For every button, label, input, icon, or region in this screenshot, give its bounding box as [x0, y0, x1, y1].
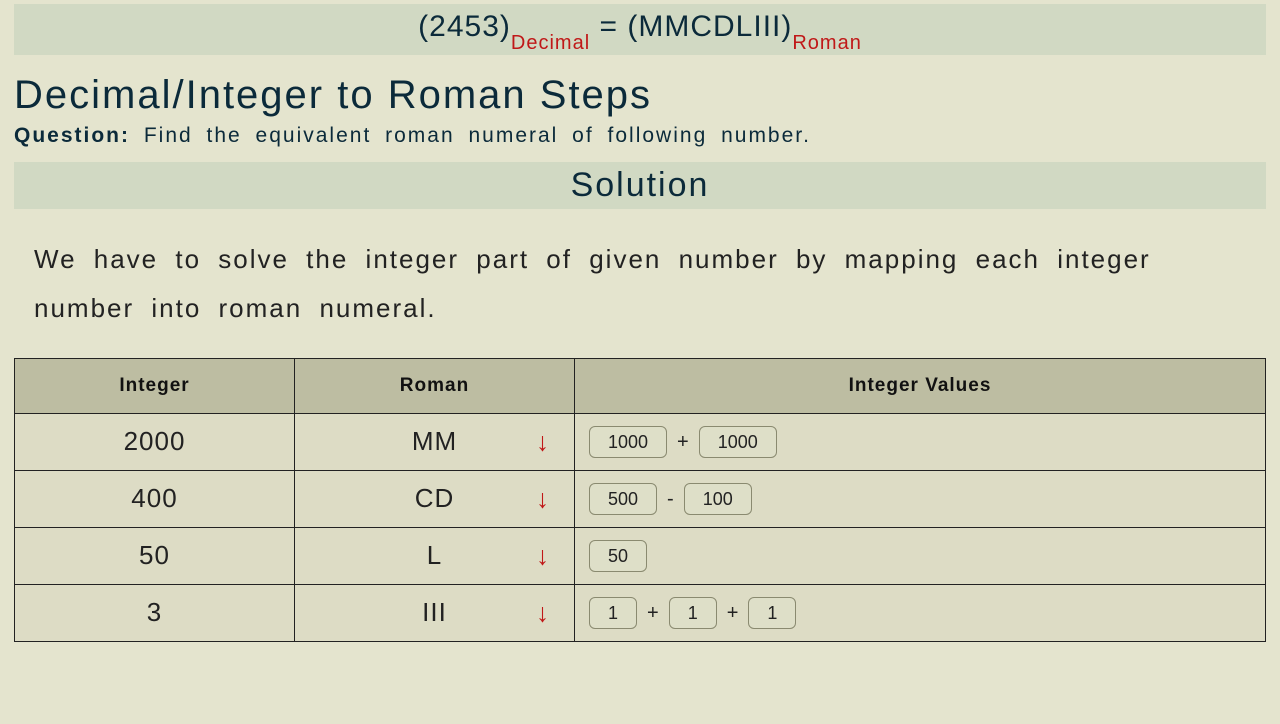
roman-cell: L↓	[295, 527, 575, 584]
question-line: Question: Find the equivalent roman nume…	[14, 124, 1266, 148]
table-header-row: Integer Roman Integer Values	[15, 358, 1266, 413]
value-chip: 500	[589, 483, 657, 515]
integer-cell: 50	[15, 527, 295, 584]
value-chip: 1000	[589, 426, 667, 458]
decimal-label: Decimal	[511, 32, 590, 54]
paren-open: (	[418, 10, 429, 43]
arrow-down-icon: ↓	[536, 540, 550, 571]
page-title: Decimal/Integer to Roman Steps	[14, 73, 1266, 118]
value-chip: 1000	[699, 426, 777, 458]
roman-value: MMCDLIII	[638, 10, 781, 43]
operator: -	[661, 488, 680, 511]
roman-text: L	[427, 540, 442, 570]
value-chip: 1	[669, 597, 717, 629]
value-chip: 100	[684, 483, 752, 515]
solution-header: Solution	[14, 162, 1266, 209]
conversion-banner: (2453)Decimal = (MMCDLIII)Roman	[14, 4, 1266, 55]
values-cell: 50	[575, 527, 1266, 584]
value-chip: 1	[589, 597, 637, 629]
integer-cell: 3	[15, 584, 295, 641]
integer-cell: 2000	[15, 413, 295, 470]
table-row: 2000 MM ↓ 1000+1000	[15, 413, 1266, 470]
question-text: Find the equivalent roman numeral of fol…	[130, 124, 811, 147]
value-chip: 50	[589, 540, 647, 572]
roman-cell: CD ↓	[295, 470, 575, 527]
roman-label: Roman	[792, 32, 861, 54]
roman-text: III	[422, 597, 447, 627]
values-cell: 500-100	[575, 470, 1266, 527]
steps-table: Integer Roman Integer Values 2000 MM ↓ 1000…	[14, 358, 1266, 642]
paren-close: )	[500, 10, 511, 43]
roman-cell: MM ↓	[295, 413, 575, 470]
values-cell: 1+1+1	[575, 584, 1266, 641]
table-row: 400 CD ↓ 500-100	[15, 470, 1266, 527]
equals-sign: =	[600, 10, 628, 43]
arrow-down-icon: ↓	[536, 597, 550, 628]
solution-explain: We have to solve the integer part of giv…	[34, 235, 1246, 334]
col-header-roman: Roman	[295, 358, 575, 413]
decimal-value: 2453	[429, 10, 500, 43]
values-cell: 1000+1000	[575, 413, 1266, 470]
roman-text: CD	[415, 483, 455, 513]
table-row: 3III↓1+1+1	[15, 584, 1266, 641]
col-header-values: Integer Values	[575, 358, 1266, 413]
operator: +	[721, 602, 745, 625]
question-label: Question:	[14, 124, 130, 147]
operator: +	[641, 602, 665, 625]
col-header-integer: Integer	[15, 358, 295, 413]
table-row: 50L↓50	[15, 527, 1266, 584]
roman-cell: III ↓	[295, 584, 575, 641]
paren-close-2: )	[781, 10, 792, 43]
integer-cell: 400	[15, 470, 295, 527]
paren-open-2: (	[627, 10, 638, 43]
roman-text: MM	[412, 426, 457, 456]
operator: +	[671, 431, 695, 454]
arrow-down-icon: ↓	[536, 426, 550, 457]
arrow-down-icon: ↓	[536, 483, 550, 514]
value-chip: 1	[748, 597, 796, 629]
